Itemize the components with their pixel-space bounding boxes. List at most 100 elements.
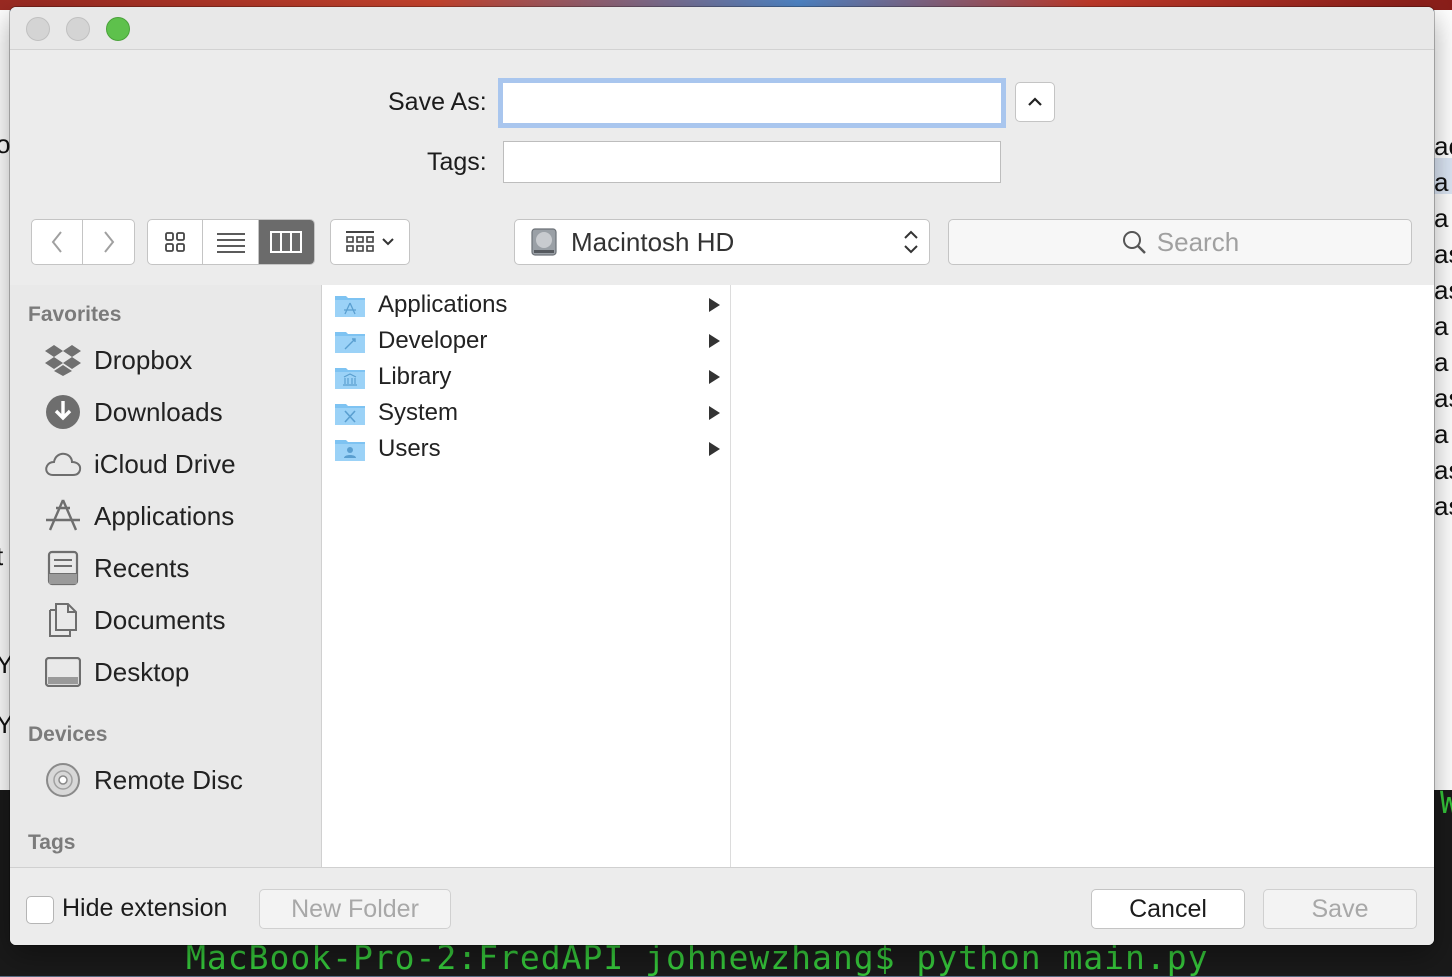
dialog-footer: Hide extension New Folder Cancel Save: [10, 867, 1434, 945]
title-bar: [10, 7, 1434, 50]
sidebar-item-label: Applications: [94, 500, 235, 531]
background-window-left: o_ t Y' Y: [0, 10, 25, 790]
zoom-window-button[interactable]: [106, 17, 130, 41]
expand-arrow-icon: [709, 406, 720, 420]
sidebar-item-downloads[interactable]: Downloads: [44, 391, 223, 433]
sidebar-item-applications[interactable]: Applications: [44, 495, 234, 537]
cancel-button[interactable]: Cancel: [1091, 889, 1245, 929]
chevron-up-icon: [1028, 97, 1042, 106]
file-column-empty: [731, 285, 1434, 867]
close-window-button[interactable]: [26, 17, 50, 41]
column-view-button[interactable]: [258, 220, 314, 264]
location-label: Macintosh HD: [571, 226, 735, 257]
list-icon: [216, 233, 245, 253]
chevron-right-icon: [103, 231, 114, 253]
chevron-left-icon: [51, 231, 62, 253]
sidebar-item-remote-disc[interactable]: Remote Disc: [44, 759, 243, 801]
sidebar-item-label: Remote Disc: [94, 764, 243, 795]
new-folder-button[interactable]: New Folder: [259, 889, 451, 929]
file-row-library[interactable]: Library: [322, 359, 730, 395]
arrange-grid-icon: [346, 231, 374, 252]
bg-text-fragment: as: [1434, 239, 1452, 269]
sidebar-header-tags: Tags: [28, 831, 76, 854]
file-row-users[interactable]: Users: [322, 431, 730, 467]
expand-arrow-icon: [709, 442, 720, 456]
bg-text-fragment: as: [1434, 491, 1452, 521]
desktop-icon: [45, 657, 81, 687]
sidebar-item-documents[interactable]: Documents: [44, 599, 226, 641]
list-view-button[interactable]: [203, 220, 259, 264]
save-button[interactable]: Save: [1263, 889, 1417, 929]
sidebar-item-icloud-drive[interactable]: iCloud Drive: [44, 443, 236, 485]
file-row-developer[interactable]: Developer: [322, 323, 730, 359]
bg-text-fragment: a: [1434, 311, 1449, 341]
file-name: System: [378, 399, 459, 426]
back-forward-control: [31, 219, 135, 265]
sidebar-header-favorites: Favorites: [28, 303, 122, 326]
file-name: Developer: [378, 327, 488, 354]
sidebar-item-desktop[interactable]: Desktop: [44, 651, 189, 693]
save-dialog: Save As: Tags: Macintosh HD Search Favor…: [10, 7, 1434, 945]
sidebar: Favorites Dropbox Downloads iCloud Drive…: [10, 285, 322, 867]
columns-icon: [270, 231, 303, 253]
sidebar-item-label: iCloud Drive: [94, 448, 236, 479]
bg-text-fragment: a: [1434, 347, 1449, 377]
up-down-chevron-icon: [904, 230, 918, 254]
save-as-input[interactable]: [498, 78, 1006, 128]
developer-folder-icon: [335, 332, 365, 353]
sidebar-item-label: Downloads: [94, 396, 223, 427]
collapse-dialog-button[interactable]: [1015, 82, 1055, 122]
terminal-fragment: W: [1440, 786, 1452, 821]
tags-input[interactable]: [503, 141, 1001, 183]
sidebar-item-label: Documents: [94, 604, 226, 635]
bg-text-fragment: ac: [1434, 131, 1452, 161]
sidebar-item-label: Desktop: [94, 656, 190, 687]
expand-arrow-icon: [709, 298, 720, 312]
system-folder-icon: [335, 404, 365, 425]
arrange-menu-button[interactable]: [330, 219, 410, 265]
applications-folder-icon: [335, 296, 365, 317]
expand-arrow-icon: [709, 334, 720, 348]
file-row-system[interactable]: System: [322, 395, 730, 431]
file-name: Users: [378, 435, 441, 462]
sidebar-item-dropbox[interactable]: Dropbox: [44, 339, 192, 381]
sidebar-item-label: Recents: [94, 552, 190, 583]
bg-text-fragment: as: [1434, 383, 1452, 413]
bg-text-fragment: as: [1434, 455, 1452, 485]
bg-text-fragment: a: [1434, 167, 1449, 197]
background-window-right: ac a a as as a a as a as as: [1434, 10, 1452, 790]
cloud-icon: [45, 452, 82, 476]
hide-extension-label: Hide extension: [62, 894, 228, 922]
search-placeholder: Search: [1156, 226, 1240, 257]
view-mode-control: [147, 219, 315, 265]
back-button[interactable]: [32, 220, 84, 264]
file-row-applications[interactable]: Applications: [322, 287, 730, 323]
users-folder-icon: [335, 440, 365, 461]
documents-icon: [49, 603, 77, 637]
bg-text-fragment: as: [1434, 275, 1452, 305]
forward-button[interactable]: [83, 220, 134, 264]
applications-icon: [46, 499, 80, 531]
save-as-label: Save As:: [388, 88, 487, 116]
bg-text-fragment: t: [0, 538, 3, 574]
file-name: Applications: [378, 291, 508, 318]
file-column-root: Applications Developer Library System Us…: [322, 285, 731, 867]
location-popup[interactable]: Macintosh HD: [514, 219, 930, 265]
file-name: Library: [378, 363, 452, 390]
search-icon: [1122, 231, 1146, 254]
icon-view-button[interactable]: [148, 220, 204, 264]
sidebar-header-devices: Devices: [28, 723, 108, 746]
bg-text-fragment: a: [1434, 203, 1449, 233]
search-field[interactable]: Search: [948, 219, 1412, 265]
sidebar-item-label: Dropbox: [94, 344, 193, 375]
chevron-down-icon: [382, 238, 394, 246]
bg-text-fragment: a: [1434, 419, 1449, 449]
hide-extension-checkbox[interactable]: [26, 896, 54, 924]
downloads-icon: [46, 395, 80, 429]
recents-icon: [47, 550, 79, 586]
sidebar-item-recents[interactable]: Recents: [44, 547, 189, 589]
tags-label: Tags:: [427, 148, 487, 176]
hard-drive-icon: [531, 228, 557, 256]
minimize-window-button[interactable]: [66, 17, 90, 41]
library-folder-icon: [335, 368, 365, 389]
